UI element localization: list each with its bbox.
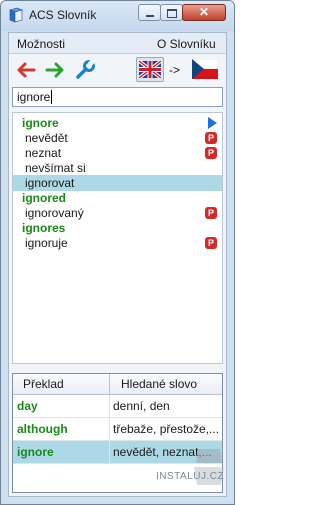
result-translation-row[interactable]: ignorovaný P (13, 205, 222, 221)
main-panel: Možnosti O Slovníku -> ignore ignore nev… (8, 32, 227, 497)
menu-options[interactable]: Možnosti (17, 37, 65, 51)
history-row[interactable]: ignore nevědět, neznat,... (13, 441, 222, 464)
close-button[interactable]: ✕ (182, 4, 226, 21)
result-headword-row[interactable]: ignores (13, 220, 222, 236)
pronunciation-badge[interactable]: P (205, 147, 217, 159)
app-window: ACS Slovník ✕ Možnosti O Slovníku -> ign… (0, 0, 235, 505)
column-header-searched[interactable]: Hledané slovo (121, 377, 197, 391)
history-row[interactable]: day denní, den (13, 395, 222, 418)
text-caret (51, 90, 52, 104)
close-icon: ✕ (198, 5, 210, 19)
toolbar: -> (9, 54, 226, 86)
history-word: although (17, 422, 68, 436)
watermark-text: INSTALUJ.CZ (156, 471, 225, 482)
cell-divider (109, 441, 110, 463)
menu-about[interactable]: O Slovníku (157, 37, 216, 51)
pronunciation-badge[interactable]: P (205, 237, 217, 249)
watermark-logo-icon (194, 449, 224, 485)
column-header-translation[interactable]: Překlad (23, 377, 64, 391)
history-header: Překlad Hledané slovo (13, 374, 222, 395)
uk-flag-icon (139, 61, 161, 78)
search-value: ignore (17, 90, 51, 104)
headword-label: ignore (22, 116, 59, 130)
history-translation: třebaže, přestože,... (113, 422, 220, 436)
minimize-button[interactable] (138, 4, 161, 21)
cz-flag-icon[interactable] (192, 59, 218, 79)
arrow-left-icon[interactable] (15, 59, 37, 81)
menu-bar: Možnosti O Slovníku (9, 33, 226, 54)
column-divider[interactable] (109, 374, 110, 394)
result-headword-row[interactable]: ignored (13, 190, 222, 206)
headword-label: ignores (22, 221, 66, 235)
headword-label: ignored (22, 191, 66, 205)
result-translation-row[interactable]: nevšímat si (13, 160, 222, 176)
maximize-button[interactable] (160, 4, 183, 21)
history-word: ignore (17, 445, 54, 459)
history-translation: denní, den (113, 399, 170, 413)
arrow-right-icon[interactable] (44, 59, 66, 81)
translation-label: nevšímat si (25, 161, 86, 175)
window-title: ACS Slovník (29, 8, 97, 22)
result-headword-row[interactable]: ignore (13, 115, 222, 131)
result-translation-row[interactable]: ignorovat (13, 175, 222, 191)
pronunciation-badge[interactable]: P (205, 132, 217, 144)
translation-label: ignorovat (25, 176, 75, 190)
direction-indicator: -> (169, 63, 181, 77)
translation-label: ignorovaný (25, 206, 84, 220)
cell-divider (109, 418, 110, 440)
translation-label: nevědět (25, 131, 68, 145)
pronunciation-badge[interactable]: P (205, 207, 217, 219)
history-row[interactable]: although třebaže, přestože,... (13, 418, 222, 441)
wrench-icon[interactable] (74, 59, 96, 81)
result-translation-row[interactable]: neznat P (13, 145, 222, 161)
result-translation-row[interactable]: ignoruje P (13, 235, 222, 251)
source-language-button[interactable] (136, 57, 164, 82)
book-icon (9, 7, 23, 23)
title-bar[interactable]: ACS Slovník ✕ (1, 1, 234, 31)
cell-divider (109, 395, 110, 417)
history-word: day (17, 399, 38, 413)
translation-label: ignoruje (25, 236, 68, 250)
search-input[interactable]: ignore (12, 87, 223, 107)
results-list[interactable]: ignore nevědět Pneznat Pnevšímat si ignorova… (12, 112, 223, 364)
result-translation-row[interactable]: nevědět P (13, 130, 222, 146)
translation-label: neznat (25, 146, 62, 160)
play-icon[interactable] (206, 117, 218, 129)
